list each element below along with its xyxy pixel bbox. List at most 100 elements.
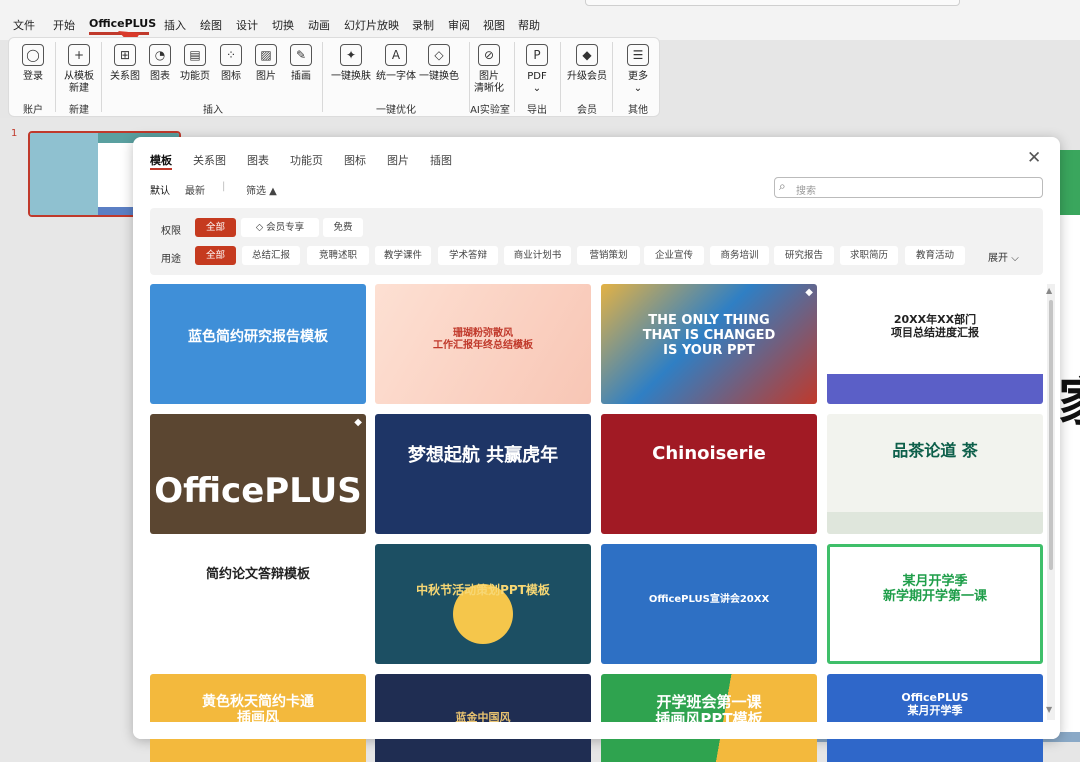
sort-option[interactable]: 最新	[185, 182, 205, 197]
template-card[interactable]: 简约论文答辩模板	[150, 544, 366, 664]
diamond-icon: ◆	[354, 417, 362, 428]
expand-label: 展开	[988, 253, 1008, 264]
permission-chip-label: 会员专享	[266, 222, 305, 233]
paint-bucket-icon: ◇	[428, 44, 450, 66]
permission-chip-label: 全部	[205, 222, 225, 233]
ribbon-separator	[560, 42, 561, 112]
usage-chip[interactable]: 总结汇报	[242, 246, 300, 265]
more-icon: ☰	[627, 44, 649, 66]
scroll-up-icon[interactable]: ▲	[1046, 286, 1052, 295]
template-card[interactable]: 蓝色简约研究报告模板	[150, 284, 366, 404]
usage-label: 用途	[161, 254, 181, 265]
usage-chip[interactable]: 竞聘述职	[307, 246, 369, 265]
thumbnail-image	[30, 133, 98, 215]
template-card[interactable]: OfficePLUS ◆	[150, 414, 366, 534]
template-title: THE ONLY THING THAT IS CHANGED IS YOUR P…	[642, 313, 776, 358]
usage-chip[interactable]: 教育活动	[905, 246, 965, 265]
permission-label: 权限	[161, 226, 181, 237]
usage-chip[interactable]: 营销策划	[577, 246, 640, 265]
chart-icon: ◔	[149, 44, 171, 66]
sort-option[interactable]: 默认	[150, 182, 170, 197]
template-card[interactable]: 品茶论道 茶	[827, 414, 1043, 534]
ribbon-group-label: 其他	[628, 105, 648, 116]
tab-4[interactable]: 图标	[344, 152, 366, 168]
scrollbar-thumb[interactable]	[1049, 300, 1053, 570]
ribbon-button[interactable]: ⊘ 图片 清晰化	[465, 44, 513, 95]
ribbon-button-label: 图片	[256, 71, 276, 82]
ribbon-separator	[469, 42, 470, 112]
image-sharpen-icon: ⊘	[478, 44, 500, 66]
ribbon-button[interactable]: ✦ 一键换肤	[327, 44, 375, 83]
usage-chip[interactable]: 研究报告	[774, 246, 834, 265]
permission-chip[interactable]: 全部	[195, 218, 236, 237]
template-card[interactable]: Chinoiserie	[601, 414, 817, 534]
template-card[interactable]: THE ONLY THING THAT IS CHANGED IS YOUR P…	[601, 284, 817, 404]
ribbon-button[interactable]: ☰ 更多 ⌄	[614, 44, 662, 95]
template-card[interactable]: 20XX年XX部门 项目总结进度汇报 ◆	[827, 284, 1043, 404]
ribbon-button-label: 图片 清晰化	[474, 71, 504, 94]
template-card[interactable]: 珊瑚粉弥散风 工作汇报年终总结模板	[375, 284, 591, 404]
template-card[interactable]: 中秋节活动策划PPT模板	[375, 544, 591, 664]
template-title: 蓝色简约研究报告模板	[188, 329, 328, 345]
usage-chip[interactable]: 商业计划书	[504, 246, 571, 265]
ribbon-separator	[101, 42, 102, 112]
usage-chip[interactable]: 学术答辩	[438, 246, 498, 265]
ribbon-button[interactable]: A 统一字体	[372, 44, 420, 83]
ribbon-button[interactable]: ✎ 插画	[277, 44, 325, 83]
usage-chip[interactable]: 企业宣传	[644, 246, 704, 265]
panel-bottom	[133, 722, 1060, 739]
template-card[interactable]: 黄色秋天简约卡通 插画风	[150, 674, 366, 762]
permission-chip[interactable]: ◇ 会员专享	[241, 218, 319, 237]
sort-divider: |	[222, 181, 226, 192]
ribbon-button-label: 从模板 新建	[64, 71, 94, 94]
usage-chip[interactable]: 商务培训	[710, 246, 769, 265]
scroll-down-icon[interactable]: ▼	[1046, 705, 1052, 714]
ribbon-button[interactable]: + 从模板 新建	[55, 44, 103, 95]
slide-canvas-glyph: 家	[1058, 360, 1080, 435]
ribbon-button[interactable]: ◆ 升级会员	[563, 44, 611, 83]
pdf-icon: P	[526, 44, 548, 66]
template-card[interactable]: 开学班会第一课 插画风PPT模板	[601, 674, 817, 762]
tab-6[interactable]: 插图	[430, 152, 452, 168]
picture-icon: ▨	[255, 44, 277, 66]
ribbon-button[interactable]: ◇ 一键换色	[415, 44, 463, 83]
font-icon: A	[385, 44, 407, 66]
usage-chip[interactable]: 求职简历	[840, 246, 898, 265]
ribbon-group-label: 一键优化	[376, 105, 416, 116]
ribbon-group-label: 新建	[69, 105, 89, 116]
chevron-down-icon: ⌵	[1011, 253, 1019, 264]
expand-button[interactable]: 展开 ⌵	[988, 249, 1019, 264]
ribbon-button-label: 升级会员	[567, 71, 607, 82]
filter-toggle[interactable]: 筛选 ▲	[246, 182, 277, 197]
template-title: Chinoiserie	[652, 443, 766, 464]
diamond-icon: ◆	[1031, 287, 1039, 298]
ribbon-button-label: 插画	[291, 71, 311, 82]
ribbon-button-label: 登录	[23, 71, 43, 82]
template-card[interactable]: OfficePLUS宣讲会20XX	[601, 544, 817, 664]
close-icon[interactable]: ✕	[1027, 148, 1041, 168]
user-icon: ◯	[22, 44, 44, 66]
relationship-diagram-icon: ⊞	[114, 44, 136, 66]
template-card[interactable]: OfficePLUS 某月开学季	[827, 674, 1043, 762]
template-card[interactable]: 梦想起航 共赢虎年	[375, 414, 591, 534]
permission-chip[interactable]: 免费	[323, 218, 363, 237]
usage-chip[interactable]: 教学课件	[375, 246, 431, 265]
diamond-icon: ◇	[255, 222, 267, 233]
usage-chip[interactable]: 全部	[195, 246, 236, 265]
tab-2[interactable]: 图表	[247, 152, 269, 168]
tab-0[interactable]: 模板	[150, 152, 172, 168]
template-title: 珊瑚粉弥散风 工作汇报年终总结模板	[433, 328, 533, 351]
template-card[interactable]: 蓝金中国风	[375, 674, 591, 762]
template-title: OfficePLUS 某月开学季	[901, 691, 969, 717]
ribbon-button[interactable]: P PDF ⌄	[513, 44, 561, 95]
permission-chip-label: 免费	[333, 222, 353, 233]
search-placeholder: 搜索	[796, 186, 816, 197]
ribbon-button-label: PDF ⌄	[527, 71, 547, 94]
ribbon-separator	[612, 42, 613, 112]
template-card[interactable]: 某月开学季 新学期开学第一课	[827, 544, 1043, 664]
tab-5[interactable]: 图片	[387, 152, 409, 168]
ribbon-button[interactable]: ◯ 登录	[9, 44, 57, 83]
tab-1[interactable]: 关系图	[193, 152, 226, 168]
tab-3[interactable]: 功能页	[290, 152, 323, 168]
template-title: 梦想起航 共赢虎年	[407, 445, 559, 466]
